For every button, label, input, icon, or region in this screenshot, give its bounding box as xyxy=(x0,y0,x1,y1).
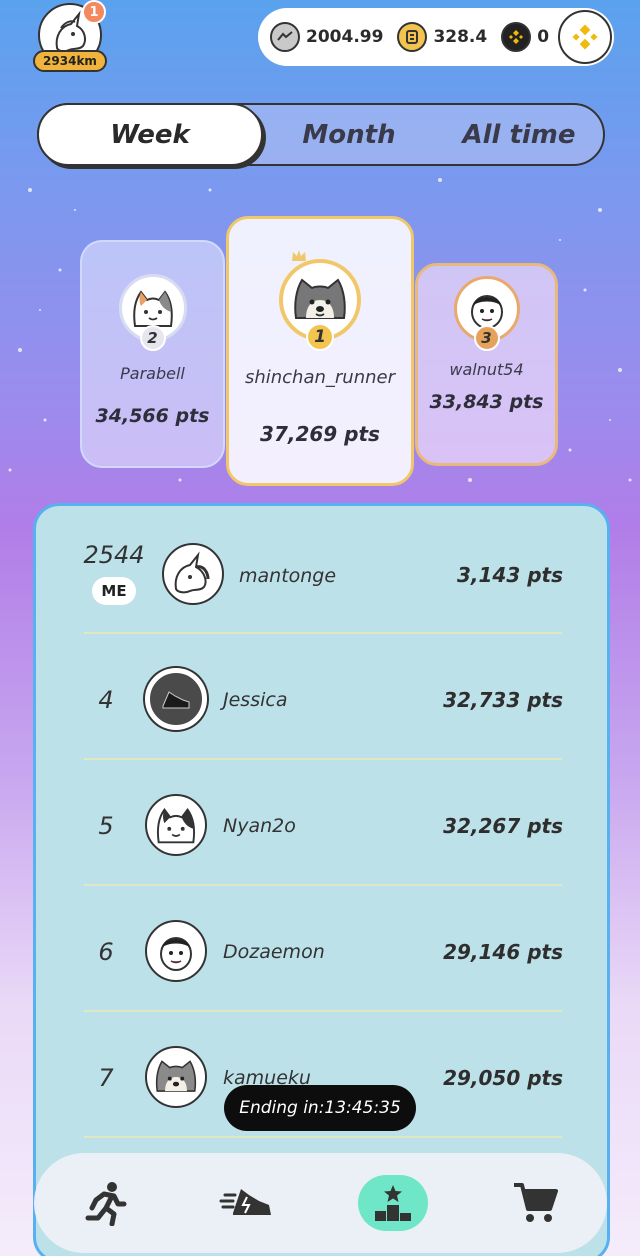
wallet-bar[interactable]: 2004.99 328.4 0 xyxy=(258,8,614,66)
rank-1-badge: 1 xyxy=(306,323,334,351)
points: 29,050 pts xyxy=(443,1066,563,1090)
table-row[interactable]: 6 Dozaemon 29,146 pts xyxy=(36,886,613,1012)
podium-third-avatar: 3 xyxy=(453,276,520,351)
sneaker-icon xyxy=(219,1189,271,1215)
ending-timer: Ending in:13:45:35 xyxy=(224,1085,416,1131)
nav-leaderboard[interactable] xyxy=(358,1175,428,1231)
podium-first[interactable]: 1 shinchan_runner 37,269 pts xyxy=(226,216,414,486)
binance-icon xyxy=(572,24,598,50)
podium-second-avatar: 2 xyxy=(118,274,187,351)
podium-second[interactable]: 2 Parabell 34,566 pts xyxy=(80,240,225,468)
podium-third[interactable]: 3 walnut54 33,843 pts xyxy=(415,263,558,466)
points: 29,146 pts xyxy=(443,940,563,964)
cat-icon xyxy=(157,808,195,844)
table-row[interactable]: 4 Jessica 32,733 pts xyxy=(36,634,613,760)
podium-third-name: walnut54 xyxy=(449,360,524,379)
rank-number: 4 xyxy=(98,686,114,714)
username: Nyan2o xyxy=(223,815,296,837)
rank-number: 7 xyxy=(98,1064,114,1092)
cart-icon xyxy=(514,1183,558,1222)
tab-all-time[interactable]: All time xyxy=(434,105,604,164)
podium-second-points: 34,566 pts xyxy=(95,405,210,427)
tab-week[interactable]: Week xyxy=(37,103,263,166)
runner-icon xyxy=(85,1182,127,1226)
nav-run[interactable] xyxy=(70,1175,140,1231)
nav-sneakers[interactable] xyxy=(212,1175,282,1231)
crown-icon xyxy=(292,250,306,261)
podium-first-name: shinchan_runner xyxy=(244,367,396,388)
bottom-nav xyxy=(34,1153,607,1253)
gmt-balance: 328.4 xyxy=(433,27,488,47)
table-row[interactable]: 5 Nyan2o 32,267 pts xyxy=(36,760,613,886)
avatar xyxy=(145,1046,207,1108)
binance-button[interactable] xyxy=(558,10,612,64)
leaderboard-list[interactable]: 2544 ME mantonge 3,143 pts 4 Jessica 32,… xyxy=(33,503,610,1256)
boy-icon xyxy=(160,937,192,971)
my-rank-number: 2544 xyxy=(83,541,145,569)
gmt-coin-icon xyxy=(397,22,428,52)
dog-icon xyxy=(155,1060,197,1092)
my-rank-row[interactable]: 2544 ME mantonge 3,143 pts xyxy=(36,511,613,637)
bnb-coin-icon xyxy=(501,22,532,52)
avatar xyxy=(145,920,207,982)
avatar xyxy=(162,543,224,605)
points: 32,267 pts xyxy=(443,814,563,838)
bnb-balance: 0 xyxy=(537,27,550,47)
podium-first-avatar: 1 xyxy=(279,250,361,351)
points: 32,733 pts xyxy=(443,688,563,712)
distance-badge: 2934km xyxy=(33,50,107,72)
rank-number: 6 xyxy=(98,938,114,966)
avatar xyxy=(145,668,207,730)
gst-coin-icon xyxy=(270,22,300,52)
period-tabs: Week Month All time xyxy=(37,103,605,166)
notification-badge: 1 xyxy=(82,0,106,24)
tab-month[interactable]: Month xyxy=(264,105,434,164)
username: Jessica xyxy=(223,689,288,711)
row-divider xyxy=(84,1136,562,1138)
rank-3-badge: 3 xyxy=(473,325,500,351)
gst-balance: 2004.99 xyxy=(306,27,384,47)
username: mantonge xyxy=(239,565,337,587)
nav-shop[interactable] xyxy=(500,1175,570,1231)
avatar xyxy=(145,794,207,856)
rank-number: 5 xyxy=(98,812,114,840)
unicorn-icon xyxy=(174,551,210,594)
me-badge: ME xyxy=(92,577,136,605)
leaderboard-icon xyxy=(375,1185,411,1221)
rank-2-badge: 2 xyxy=(139,325,166,351)
sneaker-icon xyxy=(162,691,190,709)
podium-first-points: 37,269 pts xyxy=(260,422,380,446)
username: Dozaemon xyxy=(223,941,325,963)
podium-third-points: 33,843 pts xyxy=(429,391,544,413)
points: 3,143 pts xyxy=(456,563,563,587)
podium-second-name: Parabell xyxy=(120,364,185,383)
